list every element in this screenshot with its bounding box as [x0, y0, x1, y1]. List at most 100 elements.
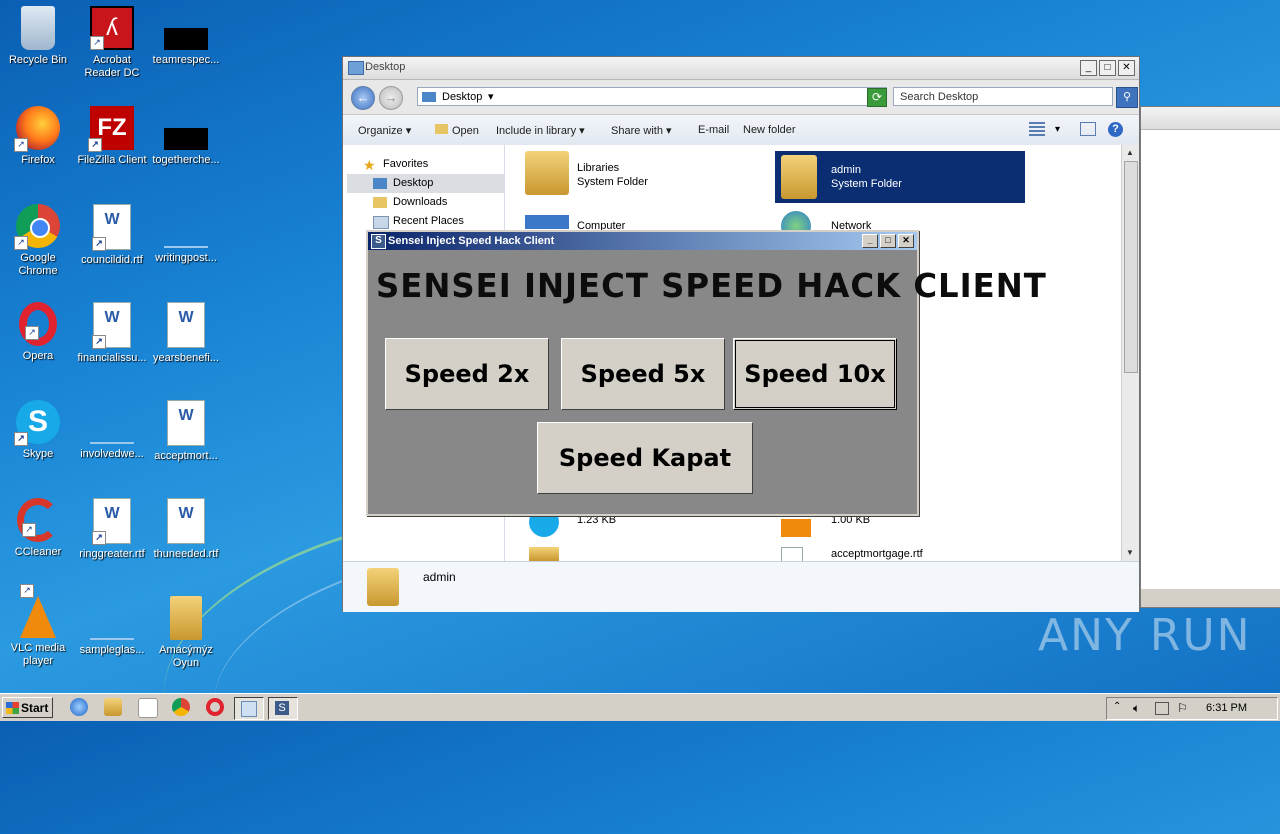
nav-desktop[interactable]: Desktop: [347, 174, 504, 193]
desktop-icon-google-chrome[interactable]: ↗ Google Chrome: [0, 204, 76, 278]
explorer-titlebar[interactable]: Desktop _ □ ✕: [343, 57, 1139, 80]
chrome-icon[interactable]: [172, 698, 190, 716]
show-hidden-icons-chevron-icon[interactable]: ⌃: [1113, 701, 1121, 712]
desktop-icon-acceptmort[interactable]: W acceptmort...: [148, 400, 224, 463]
scroll-down-arrow-icon[interactable]: ▼: [1124, 547, 1136, 559]
action-center-flag-icon[interactable]: ⚐: [1177, 701, 1188, 715]
desktop-icon-acrobat[interactable]: ʎ ↗ Acrobat Reader DC: [74, 6, 150, 80]
desktop-icon-recycle-bin[interactable]: Recycle Bin: [0, 6, 76, 67]
desktop-icon-amacymyz[interactable]: Amacýmýz Oyun: [148, 596, 224, 670]
opera-icon[interactable]: [206, 698, 224, 716]
file-item-admin[interactable]: admin System Folder: [775, 151, 1025, 203]
desktop-icon-involvedwe[interactable]: involvedwe...: [74, 400, 150, 461]
desktop-icon-togetherche[interactable]: togetherche...: [148, 106, 224, 167]
search-input[interactable]: Search Desktop: [893, 87, 1113, 106]
new-folder-button[interactable]: New folder: [743, 124, 796, 136]
minimize-button[interactable]: _: [1080, 60, 1097, 76]
skype-icon: S ↗: [14, 400, 60, 446]
taskbar-sensei-window[interactable]: S: [268, 697, 298, 720]
preview-pane-icon[interactable]: [1080, 122, 1096, 136]
command-bar: Organize ▾ Open Include in library ▾ Sha…: [343, 115, 1139, 146]
desktop-icon-opera[interactable]: ↗ Opera: [0, 302, 76, 363]
nav-recent-places[interactable]: Recent Places: [347, 212, 504, 231]
desktop-icon-label: Firefox: [21, 154, 55, 166]
file-item-folder[interactable]: [525, 545, 765, 561]
speed-2x-button[interactable]: Speed 2x: [385, 338, 549, 410]
vertical-scrollbar[interactable]: ▲ ▼: [1121, 145, 1139, 561]
speed-10x-button[interactable]: Speed 10x: [733, 338, 897, 410]
ccleaner-icon: ↗: [17, 498, 59, 542]
details-pane: admin: [343, 561, 1139, 612]
close-button[interactable]: ✕: [1118, 60, 1135, 76]
desktop-icon-councildid[interactable]: W ↗ councildid.rtf: [74, 204, 150, 267]
help-icon[interactable]: ?: [1108, 122, 1123, 137]
desktop-icon-vlc[interactable]: ↗ VLC media player: [0, 584, 76, 668]
nav-downloads[interactable]: Downloads: [347, 193, 504, 212]
background-window[interactable]: [1140, 106, 1280, 608]
desktop-icon-label: sampleglas...: [79, 644, 145, 656]
desktop-icon-label: thuneeded.rtf: [153, 548, 219, 560]
blank-file-icon: [90, 638, 134, 640]
desktop-icon-ringgreater[interactable]: W ↗ ringgreater.rtf: [74, 498, 150, 561]
internet-explorer-icon[interactable]: [70, 698, 88, 716]
dialog-title: Sensei Inject Speed Hack Client: [388, 235, 555, 247]
desktop-icon-filezilla[interactable]: FZ ↗ FileZilla Client: [74, 106, 150, 167]
address-box[interactable]: Desktop ▾ ▾: [417, 87, 887, 106]
desktop-icon-skype[interactable]: S ↗ Skype: [0, 400, 76, 461]
background-window-titlebar[interactable]: [1141, 107, 1280, 130]
desktop-icon-ccleaner[interactable]: ↗ CCleaner: [0, 498, 76, 559]
scroll-up-arrow-icon[interactable]: ▲: [1124, 147, 1136, 159]
nav-favorites[interactable]: ★ Favorites: [347, 155, 504, 174]
scroll-thumb[interactable]: [1124, 161, 1138, 373]
explorer-folder-icon[interactable]: [104, 698, 122, 716]
views-icon[interactable]: [1029, 122, 1045, 136]
desktop-icon-financialissu[interactable]: W ↗ financialissu...: [74, 302, 150, 365]
desktop-icon-writingpost[interactable]: writingpost...: [148, 204, 224, 265]
libraries-icon: [525, 151, 569, 195]
organize-label: Organize: [358, 125, 403, 137]
sensei-dialog[interactable]: S Sensei Inject Speed Hack Client _ □ ✕ …: [366, 230, 1046, 516]
desktop-icon-label: Google Chrome: [18, 252, 58, 277]
chevron-down-icon[interactable]: ▾: [1055, 124, 1060, 135]
desktop-icon-thuneeded[interactable]: W thuneeded.rtf: [148, 498, 224, 561]
open-button[interactable]: Open: [435, 124, 479, 137]
refresh-icon[interactable]: ⟳: [867, 88, 887, 107]
desktop-icon-label: writingpost...: [155, 252, 217, 264]
media-player-icon[interactable]: [138, 698, 158, 718]
forward-arrow-icon[interactable]: →: [379, 86, 403, 110]
computer-icon: [525, 215, 569, 229]
taskbar-explorer-window[interactable]: [234, 697, 264, 720]
address-text: Desktop: [442, 91, 483, 103]
clock[interactable]: 6:31 PM: [1206, 702, 1247, 714]
start-button[interactable]: Start: [2, 697, 53, 718]
opera-icon: ↗: [19, 302, 57, 346]
volume-icon[interactable]: 🔈︎: [1133, 701, 1140, 716]
desktop-icon-yearsbenefi[interactable]: W yearsbenefi...: [148, 302, 224, 365]
maximize-button[interactable]: □: [1099, 60, 1116, 76]
desktop-folder-icon: [348, 61, 364, 75]
file-item-libraries[interactable]: Libraries System Folder: [525, 151, 765, 201]
chevron-down-icon[interactable]: ▾: [488, 88, 494, 107]
include-library-button[interactable]: Include in library ▾: [496, 124, 585, 137]
close-button[interactable]: ✕: [898, 234, 914, 248]
dialog-titlebar[interactable]: S Sensei Inject Speed Hack Client _ □ ✕: [368, 232, 917, 250]
word-document-icon: W: [167, 498, 205, 544]
desktop-icon-label: Amacýmýz Oyun: [159, 644, 213, 669]
file-item-acceptmortgage[interactable]: acceptmortgage.rtf: [775, 545, 1015, 561]
back-arrow-icon[interactable]: ←: [351, 86, 375, 110]
desktop-icon-firefox[interactable]: ↗ Firefox: [0, 106, 76, 167]
network-icon[interactable]: [1155, 702, 1169, 715]
speed-kapat-button[interactable]: Speed Kapat: [537, 422, 753, 494]
search-icon[interactable]: ⚲: [1116, 87, 1138, 108]
organize-button[interactable]: Organize ▾: [358, 124, 411, 137]
speed-5x-button[interactable]: Speed 5x: [561, 338, 725, 410]
desktop-icon-sampleglas[interactable]: sampleglas...: [74, 596, 150, 657]
email-button[interactable]: E-mail: [698, 124, 729, 136]
maximize-button[interactable]: □: [880, 234, 896, 248]
minimize-button[interactable]: _: [862, 234, 878, 248]
black-file-icon: [164, 128, 208, 150]
user-folder-icon: [367, 568, 399, 606]
desktop-icon-teamrespec[interactable]: teamrespec...: [148, 6, 224, 67]
desktop-icon-label: teamrespec...: [152, 54, 220, 66]
share-with-button[interactable]: Share with ▾: [611, 124, 672, 137]
